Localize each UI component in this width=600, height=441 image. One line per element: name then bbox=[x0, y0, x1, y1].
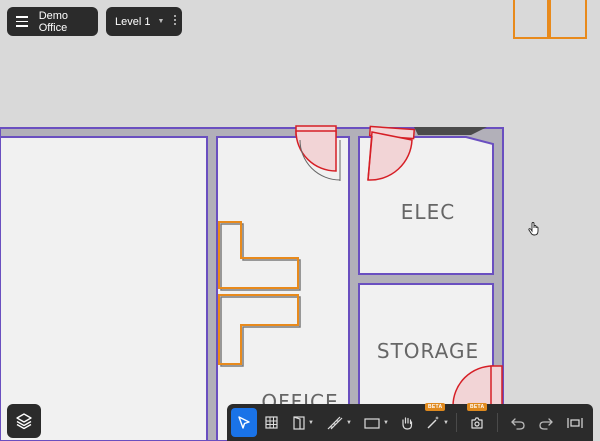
magic-wand-tool-button[interactable]: BETA ▼ bbox=[422, 403, 452, 437]
hand-cursor-icon bbox=[528, 222, 540, 241]
layers-icon bbox=[16, 413, 32, 430]
chevron-down-icon: ▼ bbox=[346, 419, 352, 426]
magic-wand-icon bbox=[427, 415, 440, 428]
project-name[interactable]: Demo Office bbox=[39, 10, 98, 34]
undo-button[interactable] bbox=[506, 408, 530, 437]
floor-plan-canvas[interactable]: ELEC STORAGE OFFICE bbox=[0, 0, 600, 441]
rectangle-icon bbox=[364, 417, 380, 429]
room-label-storage: STORAGE bbox=[377, 339, 479, 363]
chevron-down-icon: ▼ bbox=[308, 419, 314, 426]
room-left[interactable] bbox=[0, 136, 208, 441]
door-icon bbox=[293, 415, 305, 430]
beta-badge: BETA bbox=[425, 403, 446, 411]
grid-icon bbox=[264, 416, 278, 429]
bottom-toolbar: ▼ ▼ ▼ BETA ▼ BETA bbox=[227, 403, 593, 441]
door-tool-button[interactable]: ▼ bbox=[288, 408, 318, 437]
level-selector: Level 1 ▼ bbox=[106, 7, 182, 36]
layers-button[interactable] bbox=[7, 404, 41, 438]
undo-icon bbox=[511, 417, 525, 430]
pan-tool-button[interactable] bbox=[395, 408, 419, 437]
kebab-menu-icon[interactable] bbox=[174, 15, 176, 25]
menu-icon[interactable] bbox=[16, 16, 28, 27]
stairs-icon bbox=[327, 416, 343, 429]
select-tool-button[interactable] bbox=[231, 408, 257, 437]
room-label-elec: ELEC bbox=[401, 200, 455, 224]
toolbar-divider bbox=[497, 413, 498, 432]
level-label: Level 1 bbox=[115, 15, 151, 28]
hand-icon bbox=[402, 416, 413, 430]
pointer-icon bbox=[238, 415, 250, 429]
fit-view-button[interactable] bbox=[563, 408, 587, 437]
grid-tool-button[interactable] bbox=[260, 408, 282, 437]
redo-button[interactable] bbox=[534, 408, 558, 437]
toolbar-divider bbox=[456, 413, 457, 432]
shape-tool-button[interactable]: ▼ bbox=[360, 408, 392, 437]
project-header: Demo Office bbox=[7, 7, 98, 36]
stairs-tool-button[interactable]: ▼ bbox=[324, 408, 354, 437]
beta-badge: BETA bbox=[467, 403, 488, 411]
camera-settings-icon bbox=[471, 416, 483, 429]
level-dropdown[interactable]: Level 1 ▼ bbox=[115, 16, 164, 28]
chevron-down-icon: ▼ bbox=[443, 419, 449, 426]
redo-icon bbox=[539, 417, 553, 430]
camera-settings-button[interactable]: BETA bbox=[463, 403, 491, 437]
chevron-down-icon: ▼ bbox=[383, 419, 389, 426]
chevron-down-icon: ▼ bbox=[157, 18, 165, 25]
fit-view-icon bbox=[567, 417, 583, 428]
